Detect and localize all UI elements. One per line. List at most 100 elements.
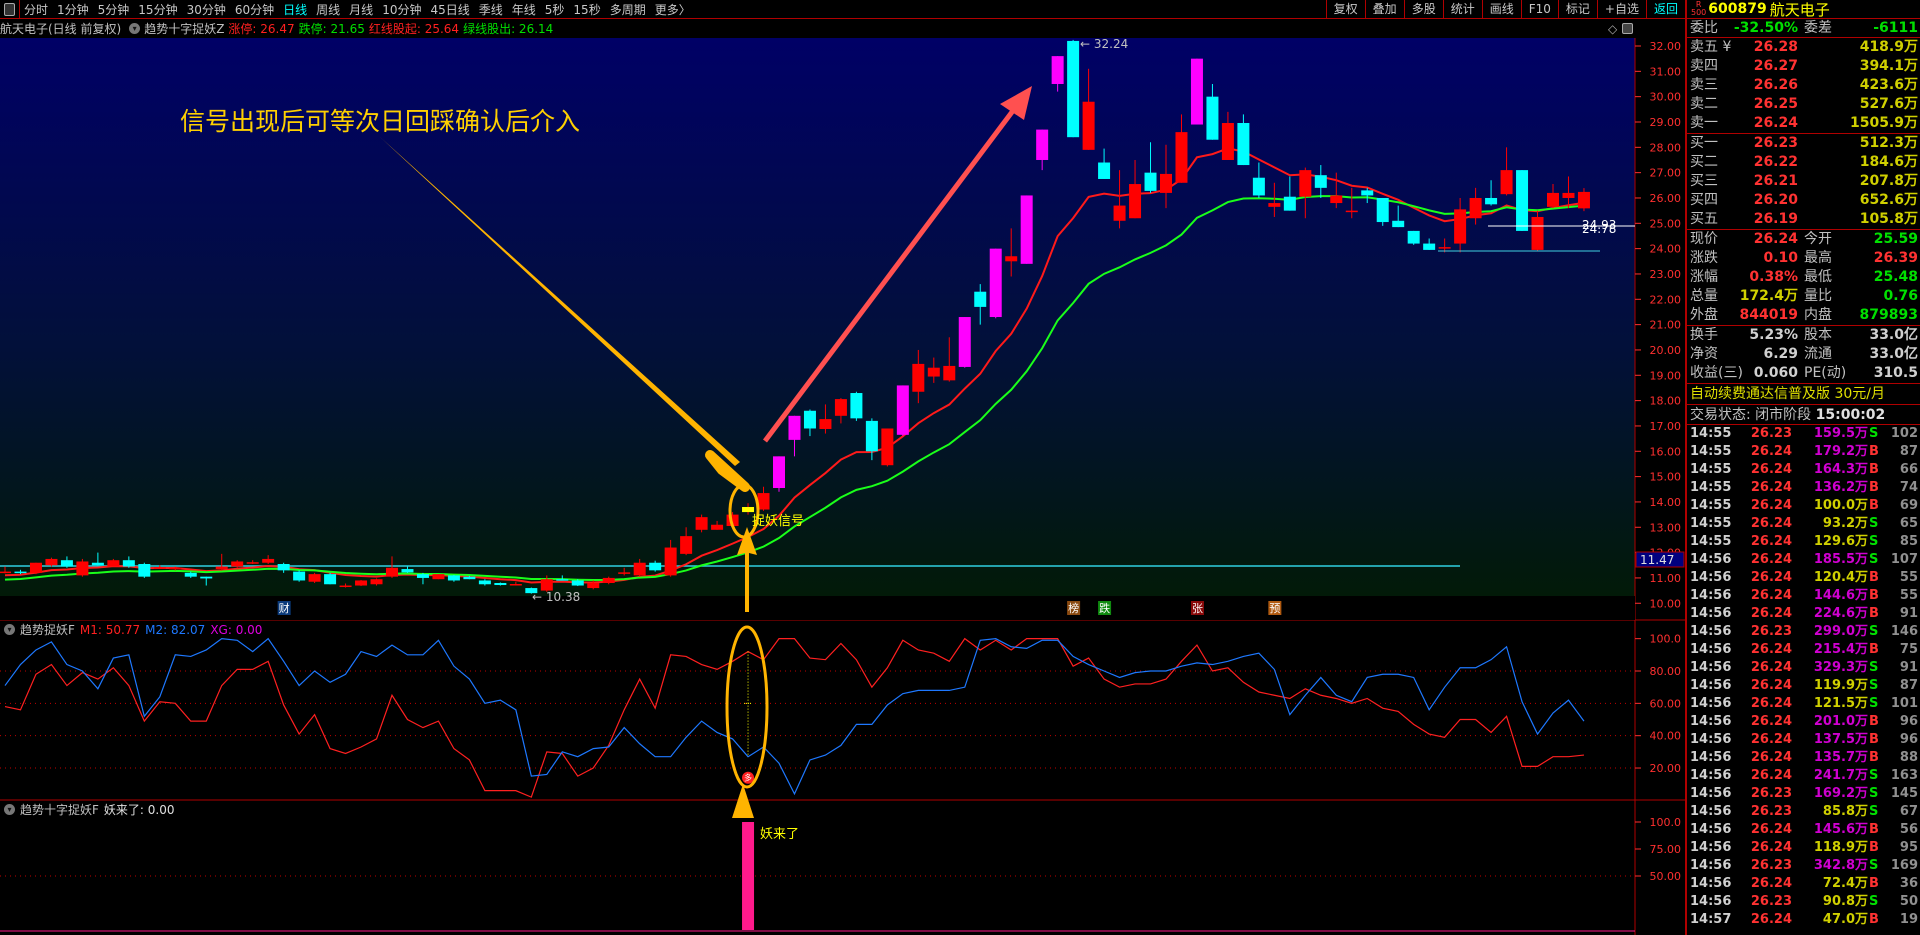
subscription-ad-link[interactable]: 自动续费通达信普及版 30元/月 — [1687, 384, 1920, 405]
order-book-row[interactable]: 卖三 26.26 423.6万 — [1687, 76, 1920, 95]
stat-value: 25.48 — [1873, 269, 1918, 285]
candle[interactable] — [76, 558, 89, 577]
candle[interactable] — [308, 572, 321, 583]
order-book-row[interactable]: 买三 26.21 207.8万 — [1687, 172, 1920, 191]
tick-time: 14:56 — [1690, 588, 1732, 603]
tick-row: 14:56 26.23 85.8万 S 67 — [1687, 803, 1920, 821]
tick-volume: 85.8万 — [1822, 804, 1868, 819]
stat-label: 净资 — [1690, 346, 1718, 362]
tick-count: 55 — [1899, 570, 1918, 585]
candle[interactable] — [1067, 39, 1080, 138]
stat-row: 现价 26.24 今开 25.59 — [1687, 230, 1920, 249]
tick-row: 14:55 26.24 100.0万 B 69 — [1687, 497, 1920, 515]
candle[interactable] — [1190, 58, 1203, 125]
candle-body — [1129, 184, 1142, 219]
candle-body — [76, 561, 89, 576]
candle-body — [401, 569, 414, 573]
event-marker[interactable]: 跌 — [1098, 601, 1112, 615]
candle[interactable] — [773, 456, 785, 492]
order-book-row[interactable]: 买四 26.20 652.6万 — [1687, 191, 1920, 210]
level-volume: 527.6万 — [1859, 96, 1918, 112]
event-marker[interactable]: 张 — [1190, 601, 1204, 615]
order-book-row[interactable]: 卖四 26.27 394.1万 — [1687, 57, 1920, 76]
price-axis-label: 21.00 — [1650, 319, 1682, 332]
stat-label: 股本 — [1804, 327, 1832, 343]
candle[interactable] — [1020, 195, 1033, 264]
candle[interactable] — [324, 572, 337, 585]
stat-label: 外盘 — [1690, 307, 1718, 323]
tick-time: 14:56 — [1690, 696, 1732, 711]
order-book-row[interactable]: 卖五 ¥ 26.28 418.9万 — [1687, 38, 1920, 57]
candle-body — [324, 574, 337, 585]
level-price: 26.28 — [1753, 39, 1798, 55]
stat-value: 5.23% — [1749, 327, 1798, 343]
candle[interactable] — [1407, 230, 1420, 245]
kline-chart[interactable]: 32.00 31.00 30.00 29.00 28.00 27.00 26.00 25.00… — [0, 0, 1685, 935]
candle-body — [231, 561, 244, 567]
candle[interactable] — [695, 514, 708, 533]
candle-body — [773, 456, 785, 489]
tick-time: 14:56 — [1690, 894, 1732, 909]
candle-body — [711, 524, 724, 530]
order-book-row[interactable]: 买二 26.22 184.6万 — [1687, 153, 1920, 172]
candle[interactable] — [29, 562, 42, 575]
tick-price: 26.23 — [1750, 894, 1792, 909]
price-axis-label: 13.00 — [1650, 521, 1682, 534]
candle-body — [1113, 205, 1126, 221]
tick-list[interactable]: 14:55 26.23 159.5万 S 102 14:55 26.24 179.2万 B 87 1… — [1687, 425, 1920, 929]
candle[interactable] — [293, 570, 306, 582]
stat-label: 量比 — [1804, 288, 1832, 304]
candle-body — [695, 517, 708, 530]
candle[interactable] — [958, 317, 971, 368]
candle-body — [1005, 256, 1018, 262]
order-book-row[interactable]: 买一 26.23 512.3万 — [1687, 134, 1920, 153]
tick-price: 26.24 — [1750, 678, 1792, 693]
order-book-row[interactable]: 卖一 26.24 1505.9万 — [1687, 114, 1920, 133]
tick-volume: 136.2万 — [1813, 480, 1868, 495]
tick-price: 26.24 — [1750, 876, 1792, 891]
event-marker[interactable]: 财 — [277, 601, 291, 615]
stat-row: 换手 5.23% 股本 33.0亿 — [1687, 326, 1920, 345]
candle-body — [138, 563, 151, 577]
tick-volume: 135.7万 — [1813, 750, 1868, 765]
candle[interactable] — [989, 248, 1002, 319]
order-book-row[interactable]: 卖二 26.25 527.6万 — [1687, 95, 1920, 114]
candle-body — [1392, 220, 1405, 228]
candle-body — [215, 566, 228, 570]
candle[interactable] — [138, 562, 151, 578]
tick-side: B — [1869, 840, 1879, 855]
candle-body — [246, 562, 259, 564]
candle[interactable] — [355, 579, 368, 587]
tick-time: 14:56 — [1690, 552, 1732, 567]
order-book-row[interactable]: 买五 26.19 105.8万 — [1687, 210, 1920, 229]
tick-volume: 137.5万 — [1813, 732, 1868, 747]
candle[interactable] — [45, 557, 58, 567]
stat-value: 26.24 — [1753, 231, 1798, 247]
tick-price: 26.24 — [1750, 642, 1792, 657]
tick-price: 26.24 — [1750, 516, 1792, 531]
candle-body — [943, 365, 956, 381]
price-axis-label: 20.00 — [1650, 344, 1682, 357]
tick-time: 14:56 — [1690, 678, 1732, 693]
candle[interactable] — [1376, 197, 1389, 226]
indicator-menu-icon[interactable]: ▾ — [4, 624, 15, 635]
tick-count: 50 — [1899, 894, 1918, 909]
event-marker-label: 张 — [1192, 602, 1203, 615]
candle-body — [1454, 209, 1467, 244]
event-marker[interactable]: 榜 — [1067, 601, 1081, 615]
candle[interactable] — [432, 574, 445, 580]
candle[interactable] — [896, 385, 909, 437]
candle[interactable] — [850, 391, 863, 421]
indicator-signal-ellipse — [725, 625, 769, 789]
tick-time: 14:56 — [1690, 606, 1732, 621]
candle[interactable] — [881, 428, 894, 467]
candle-body — [1500, 170, 1513, 195]
level-volume: 418.9万 — [1859, 39, 1918, 55]
stat-value: 310.5 — [1873, 365, 1918, 381]
tick-row: 14:57 26.24 47.0万 B 19 — [1687, 911, 1920, 929]
level-price: 26.24 — [1753, 115, 1798, 131]
tick-row: 14:56 26.24 137.5万 B 96 — [1687, 731, 1920, 749]
indicator-menu-icon[interactable]: ▾ — [4, 804, 15, 815]
candle[interactable] — [1516, 170, 1529, 231]
event-marker[interactable]: 预 — [1268, 601, 1282, 615]
